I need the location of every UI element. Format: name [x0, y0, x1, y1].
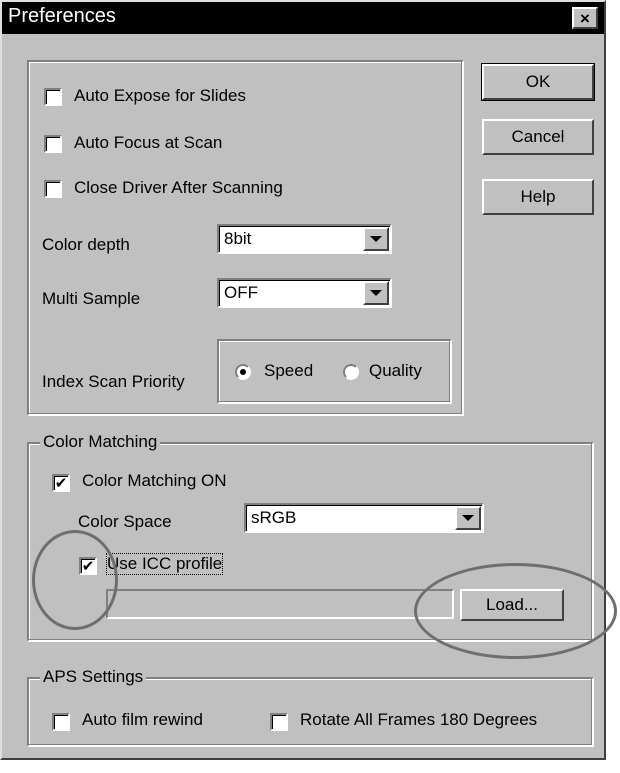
use-icc-profile-label[interactable]: Use ICC profile [105, 553, 224, 575]
color-space-dropdown-button[interactable] [455, 506, 481, 530]
auto-focus-checkbox[interactable] [44, 135, 62, 153]
auto-film-rewind-checkbox[interactable] [52, 713, 70, 731]
multi-sample-dropdown-button[interactable] [363, 281, 389, 305]
annotation-circle-checkbox [32, 530, 118, 630]
rotate-frames-checkbox[interactable] [270, 713, 288, 731]
multi-sample-label: Multi Sample [42, 289, 141, 308]
multi-sample-value: OFF [224, 283, 258, 302]
color-space-value: sRGB [251, 508, 297, 527]
rotate-frames-label[interactable]: Rotate All Frames 180 Degrees [300, 710, 537, 730]
color-depth-label: Color depth [42, 235, 130, 254]
speed-label[interactable]: Speed [264, 361, 313, 381]
chevron-down-icon [462, 515, 474, 521]
chevron-down-icon [370, 290, 382, 296]
title-bar[interactable]: Preferences × [2, 2, 604, 34]
quality-label[interactable]: Quality [369, 361, 422, 381]
quality-radio[interactable] [343, 364, 359, 380]
help-button[interactable]: Help [482, 179, 594, 215]
auto-film-rewind-label[interactable]: Auto film rewind [82, 710, 203, 730]
auto-expose-label[interactable]: Auto Expose for Slides [74, 86, 246, 106]
color-depth-dropdown-button[interactable] [363, 227, 389, 251]
aps-settings-title: APS Settings [40, 667, 147, 687]
color-matching-on-checkbox[interactable]: ✔ [52, 474, 70, 492]
index-scan-priority-label: Index Scan Priority [42, 372, 185, 391]
auto-expose-checkbox[interactable] [44, 88, 62, 106]
checkmark-icon: ✔ [54, 474, 68, 492]
color-matching-title: Color Matching [40, 432, 161, 452]
close-icon: × [580, 8, 590, 28]
color-space-select[interactable]: sRGB [244, 503, 484, 533]
auto-focus-label[interactable]: Auto Focus at Scan [74, 133, 222, 153]
color-space-label: Color Space [78, 512, 172, 531]
cancel-button[interactable]: Cancel [482, 119, 594, 155]
radio-dot [240, 369, 246, 375]
close-driver-label[interactable]: Close Driver After Scanning [74, 178, 283, 198]
speed-radio[interactable] [235, 364, 251, 380]
chevron-down-icon [370, 236, 382, 242]
annotation-oval-load [414, 563, 617, 659]
multi-sample-select[interactable]: OFF [217, 278, 392, 308]
close-driver-checkbox[interactable] [44, 180, 62, 198]
color-depth-select[interactable]: 8bit [217, 224, 392, 254]
icc-profile-path-field [106, 589, 454, 619]
color-depth-value: 8bit [224, 229, 252, 248]
color-matching-on-label[interactable]: Color Matching ON [82, 471, 227, 491]
close-button[interactable]: × [572, 7, 598, 29]
window-title: Preferences [8, 5, 116, 27]
ok-button[interactable]: OK [481, 63, 595, 101]
